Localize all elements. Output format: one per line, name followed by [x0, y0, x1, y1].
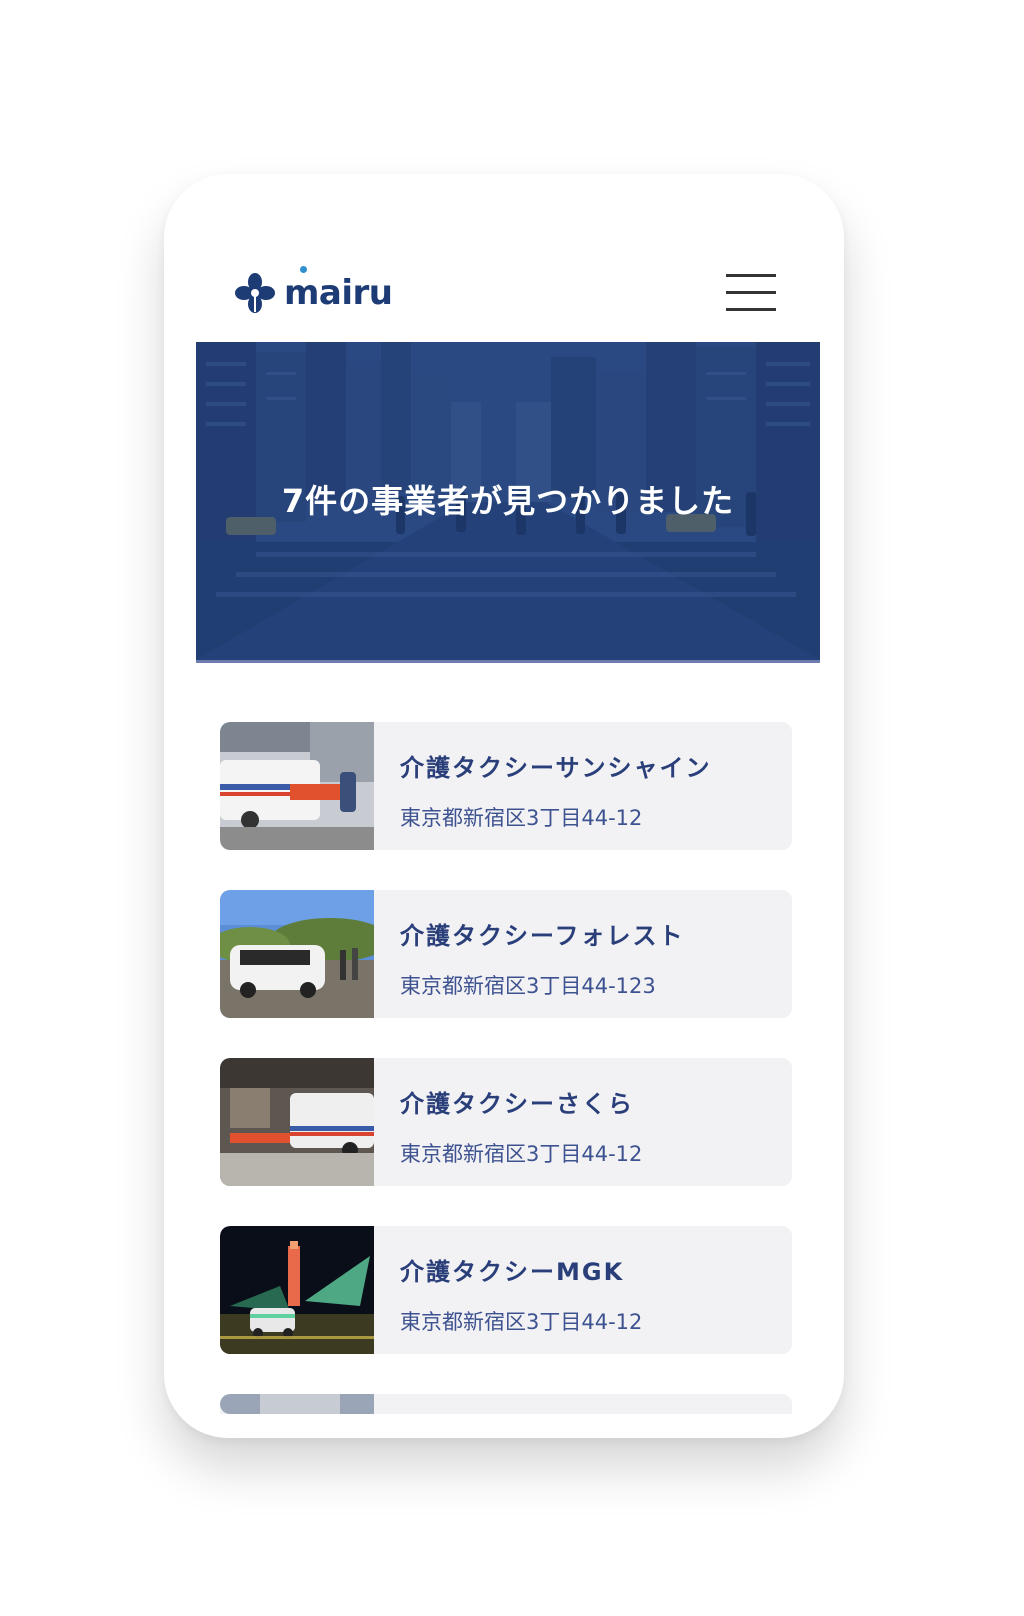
list-item[interactable]: 介護タクシーサンシャイン 東京都新宿区3丁目44-12	[220, 722, 792, 850]
business-address: 東京都新宿区3丁目44-12	[400, 1310, 643, 1334]
business-address: 東京都新宿区3丁目44-12	[400, 1142, 643, 1166]
business-name: 介護タクシーさくら	[400, 1090, 634, 1118]
hamburger-menu-icon[interactable]	[726, 274, 776, 312]
business-address: 東京都新宿区3丁目44-12	[400, 806, 643, 830]
list-item[interactable]: 介護タクシーさくら 東京都新宿区3丁目44-12	[220, 1058, 792, 1186]
business-name: 介護タクシーサンシャイン	[400, 754, 712, 782]
results-count-title: 7件の事業者が見つかりました	[281, 482, 735, 520]
business-name: 介護タクシーMGK	[400, 1258, 625, 1286]
minivan-photo	[220, 890, 374, 1018]
logo-dot-accent	[300, 266, 307, 273]
logo[interactable]: mairu	[234, 266, 393, 314]
list-item-partial[interactable]	[220, 1394, 792, 1414]
ambulance-garage-photo	[220, 1058, 374, 1186]
business-address: 東京都新宿区3丁目44-123	[400, 974, 656, 998]
list-item[interactable]: 介護タクシーフォレスト 東京都新宿区3丁目44-123	[220, 890, 792, 1018]
ambulance-photo	[220, 722, 374, 850]
menu-line	[726, 291, 776, 294]
phone-frame: mairu 7件の事業者が見つかりました 介護タクシーサンシャイン 東京都新宿区…	[164, 174, 844, 1438]
site-header: mairu	[164, 174, 844, 342]
menu-line	[726, 274, 776, 277]
menu-line	[726, 308, 776, 311]
night-tower-photo	[220, 1226, 374, 1354]
partial-photo	[220, 1394, 374, 1414]
business-name: 介護タクシーフォレスト	[400, 922, 685, 950]
clover-logo-icon	[235, 273, 275, 313]
logo-text: mairu	[284, 273, 393, 313]
results-list: 介護タクシーサンシャイン 東京都新宿区3丁目44-12 介護タクシーフォレスト …	[220, 722, 792, 1414]
list-item[interactable]: 介護タクシーMGK 東京都新宿区3丁目44-12	[220, 1226, 792, 1354]
hero-banner: 7件の事業者が見つかりました	[196, 342, 820, 663]
